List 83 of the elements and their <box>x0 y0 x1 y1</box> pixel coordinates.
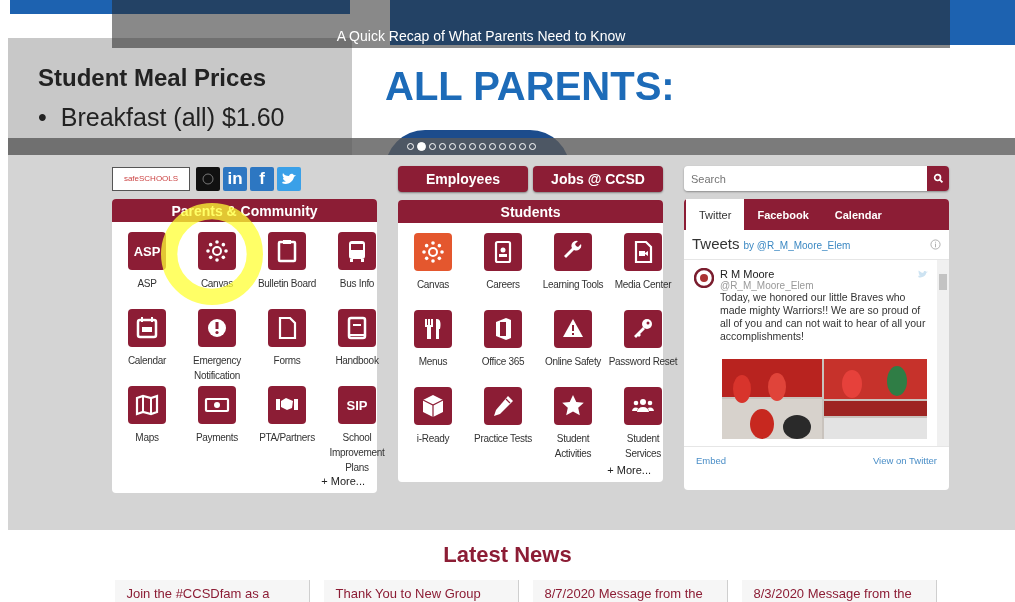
feed-tab[interactable]: Twitter <box>686 199 745 230</box>
meal-heading: Student Meal Prices <box>38 64 268 92</box>
news-headline[interactable]: 8/7/2020 Message from the <box>544 586 703 601</box>
cube-icon[interactable] <box>414 387 452 425</box>
tile-label[interactable]: Handbook <box>322 353 392 368</box>
tile-label[interactable]: Emergency Notification <box>182 353 252 383</box>
card-title: Students <box>500 203 561 220</box>
news-card[interactable]: Thank You to New Group <box>323 580 519 602</box>
scrollbar[interactable] <box>937 260 949 446</box>
avatar-icon <box>694 268 714 288</box>
tile-label[interactable]: Password Reset <box>608 354 678 369</box>
utensils-icon[interactable] <box>414 310 452 348</box>
app-logo-icon[interactable] <box>196 166 220 191</box>
tile-label[interactable]: Careers <box>468 277 538 292</box>
bird-icon[interactable] <box>277 166 301 191</box>
meal-price-item: Breakfast (all) $1.60 <box>60 102 285 132</box>
tile-label[interactable]: Student Activities <box>538 431 608 461</box>
social-link[interactable]: f <box>250 166 274 191</box>
tile-label[interactable]: ASP <box>112 276 182 291</box>
slide-caption: A Quick Recap of What Parents Need to Know <box>336 28 626 44</box>
tile-label[interactable]: Online Safety <box>538 354 608 369</box>
video-icon[interactable] <box>624 233 662 271</box>
more-link[interactable]: + More... <box>321 475 365 487</box>
tile-label[interactable]: Canvas <box>182 276 252 291</box>
tile-label[interactable]: Office 365 <box>468 354 538 369</box>
news-title: Latest News <box>443 542 572 568</box>
tile-label[interactable]: i-Ready <box>398 431 468 446</box>
embed-link[interactable]: Embed <box>696 455 727 466</box>
alert-icon[interactable] <box>198 309 236 347</box>
book-icon[interactable] <box>338 309 376 347</box>
tile-label[interactable]: Maps <box>112 430 182 445</box>
tile-badge[interactable]: SIP <box>338 386 376 424</box>
tile-label[interactable]: PTA/Partners <box>252 430 322 445</box>
search-field[interactable]: Search <box>684 166 927 191</box>
tile-label[interactable]: Bus Info <box>322 276 392 291</box>
news-headline[interactable]: Join the #CCSDfam as a <box>126 586 270 601</box>
pencil-icon[interactable] <box>484 387 522 425</box>
tweets-title: Tweets <box>692 235 740 252</box>
tweet-author[interactable]: R M Moore <box>720 268 911 280</box>
warning-icon[interactable] <box>554 310 592 348</box>
tile-label[interactable]: School Improvement Plans <box>322 430 392 475</box>
news-card[interactable]: 8/7/2020 Message from the <box>532 580 728 602</box>
safe-schools-logo[interactable]: safeSCHOOLS <box>112 166 190 191</box>
tile-label[interactable]: Learning Tools <box>538 277 608 292</box>
office-icon[interactable] <box>484 310 522 348</box>
idcard-icon[interactable] <box>484 233 522 271</box>
bullet: • <box>38 102 47 132</box>
money-icon[interactable] <box>198 386 236 424</box>
tile-label[interactable]: Forms <box>252 353 322 368</box>
clipboard-icon[interactable] <box>268 232 306 270</box>
news-card[interactable]: 8/3/2020 Message from the <box>741 580 937 602</box>
nav-button[interactable]: Employees <box>398 166 528 192</box>
document-icon[interactable] <box>268 309 306 347</box>
search-button[interactable] <box>927 166 949 191</box>
tile-badge[interactable]: ASP <box>128 232 166 270</box>
tile-label[interactable]: Calendar <box>112 353 182 368</box>
tile-label[interactable]: Menus <box>398 354 468 369</box>
tile-label[interactable]: Canvas <box>398 277 468 292</box>
news-card[interactable]: Join the #CCSDfam as a <box>114 580 310 602</box>
tile-label[interactable]: Practice Tests <box>468 431 538 446</box>
slide-dot[interactable] <box>417 142 426 151</box>
map-icon[interactable] <box>128 386 166 424</box>
feed-tab[interactable]: Facebook <box>744 199 822 230</box>
more-link[interactable]: + More... <box>607 464 651 476</box>
wrench-icon[interactable] <box>554 233 592 271</box>
calendar-icon[interactable] <box>128 309 166 347</box>
feed-tab[interactable]: Calendar <box>821 199 895 230</box>
social-link[interactable]: in <box>223 166 247 191</box>
tile-label[interactable]: Media Center <box>608 277 678 292</box>
tile-label[interactable]: Bulletin Board <box>252 276 322 291</box>
tweets-by-link[interactable]: by @R_M_Moore_Elem <box>743 240 930 251</box>
slide-headline: ALL PARENTS: <box>385 64 675 109</box>
nav-button[interactable]: Jobs @ CCSD <box>533 166 663 192</box>
tile-label[interactable]: Payments <box>182 430 252 445</box>
people-icon[interactable] <box>624 387 662 425</box>
search-icon <box>932 173 944 184</box>
tile-label[interactable]: Student Services <box>608 431 678 461</box>
bus-icon[interactable] <box>338 232 376 270</box>
view-on-twitter-link[interactable]: View on Twitter <box>872 455 937 466</box>
news-headline[interactable]: 8/3/2020 Message from the <box>753 586 912 601</box>
tweet-text: Today, we honored our little Braves who made mighty Warriors!! We are so proud of all of you and can not wait to hear of all your accomplishments! <box>720 291 927 343</box>
key-icon[interactable] <box>624 310 662 348</box>
news-headline[interactable]: Thank You to New Group <box>335 586 481 601</box>
